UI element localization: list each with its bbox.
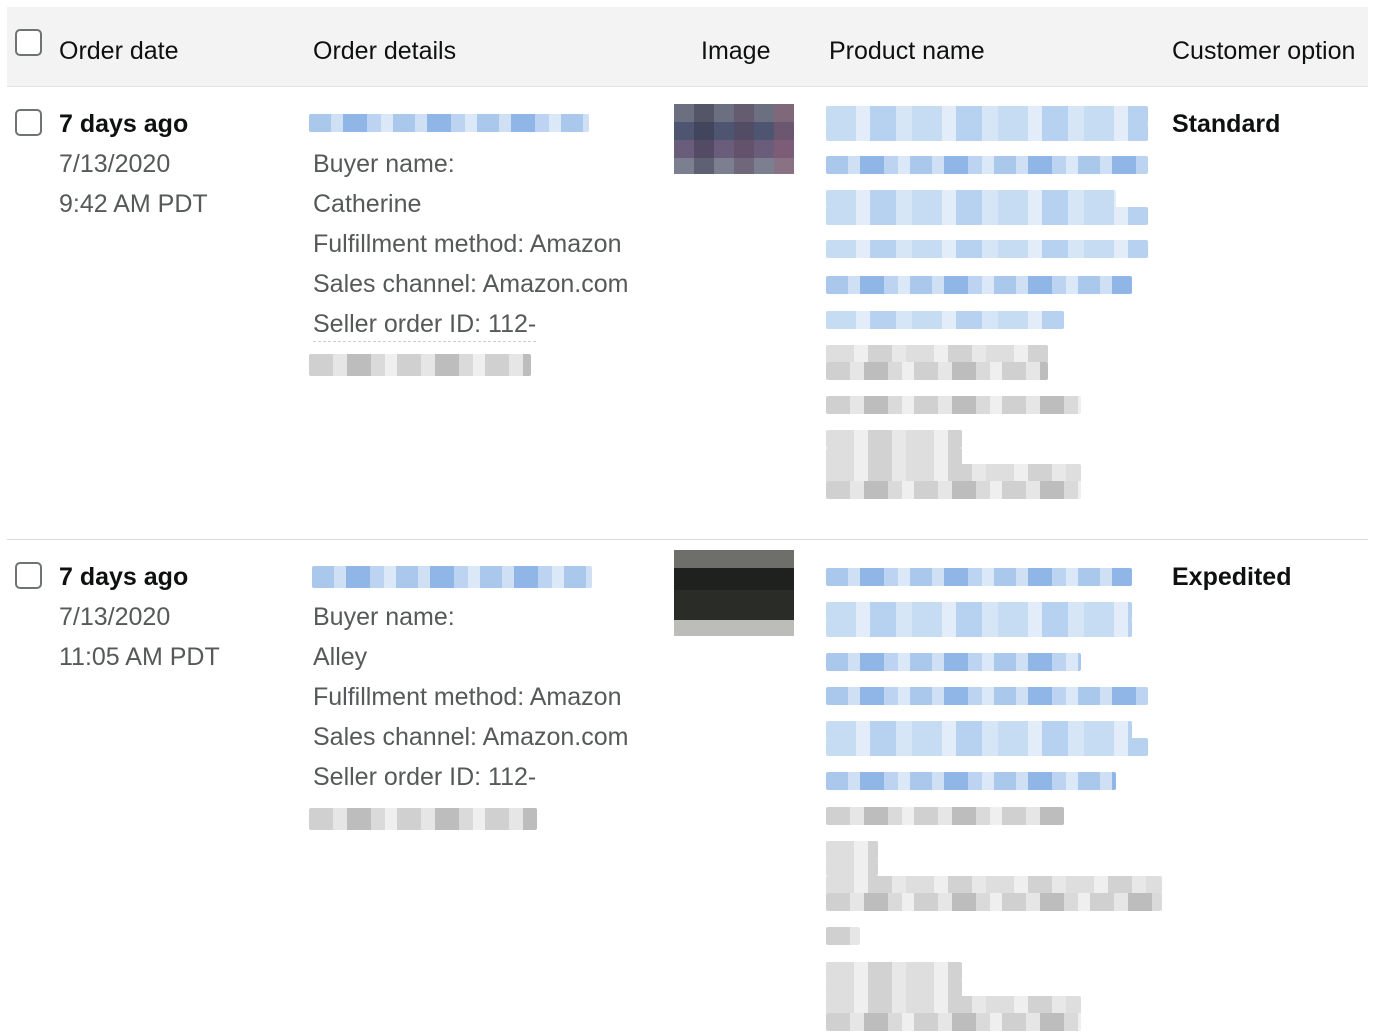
fulfillment-method: Fulfillment method: Amazon [313, 230, 622, 258]
column-header-customer-option[interactable]: Customer option [1172, 37, 1355, 66]
column-header-image: Image [701, 37, 771, 65]
buyer-name: Catherine [313, 190, 422, 218]
column-header-order-details[interactable]: Order details [313, 37, 456, 66]
seller-order-id[interactable]: Seller order ID: 112- [313, 310, 537, 342]
buyer-name-label: Buyer name: [313, 150, 455, 178]
order-id-link-redacted[interactable] [312, 566, 592, 588]
order-relative-date: 7 days ago [59, 563, 189, 591]
product-image-thumbnail[interactable] [674, 550, 794, 636]
sales-channel: Sales channel: Amazon.com [313, 270, 629, 298]
column-header-product-name[interactable]: Product name [829, 37, 985, 66]
fulfillment-method: Fulfillment method: Amazon [313, 683, 622, 711]
order-date: 7/13/2020 [59, 150, 171, 178]
order-date: 7/13/2020 [59, 603, 171, 631]
row-divider [7, 539, 1368, 540]
customer-option: Standard [1172, 110, 1281, 138]
seller-order-id-redacted[interactable] [309, 808, 537, 830]
order-time: 11:05 AM PDT [59, 643, 220, 671]
order-id-link-redacted[interactable] [309, 114, 589, 132]
select-all-checkbox[interactable] [15, 29, 42, 56]
buyer-name: Alley [313, 643, 368, 671]
seller-order-id[interactable]: Seller order ID: 112- [313, 763, 536, 792]
customer-option: Expedited [1172, 563, 1292, 591]
row-select-checkbox[interactable] [15, 562, 42, 589]
product-image-thumbnail[interactable] [674, 104, 794, 174]
order-time: 9:42 AM PDT [59, 190, 208, 218]
buyer-name-label: Buyer name: [313, 603, 455, 631]
order-relative-date: 7 days ago [59, 110, 189, 138]
seller-order-id-redacted[interactable] [309, 354, 531, 376]
sales-channel: Sales channel: Amazon.com [313, 723, 629, 751]
row-select-checkbox[interactable] [15, 109, 42, 136]
column-header-order-date[interactable]: Order date [59, 37, 179, 66]
table-header: Order date Order details Image Product n… [7, 7, 1368, 87]
